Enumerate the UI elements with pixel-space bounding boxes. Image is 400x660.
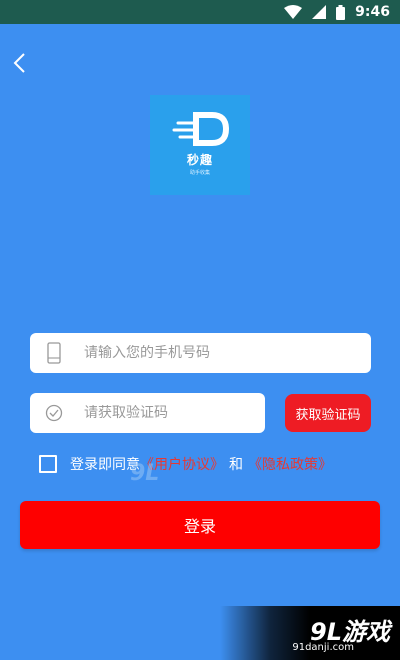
battery-icon — [336, 4, 346, 20]
chevron-left-icon — [13, 53, 25, 73]
signal-icon — [312, 5, 327, 19]
app-logo: 秒趣 助手收集 — [150, 95, 250, 195]
back-button[interactable] — [8, 50, 30, 76]
phone-icon — [30, 342, 78, 364]
logo-sub-text: 助手收集 — [189, 170, 210, 176]
phone-input[interactable] — [78, 345, 334, 361]
verification-code-field[interactable] — [30, 393, 265, 433]
logo-chinese-text: 秒趣 — [186, 153, 213, 167]
watermark-center: 9L — [128, 456, 228, 496]
status-bar: 9:46 — [0, 0, 400, 24]
privacy-policy-link[interactable]: 《隐私政策》 — [248, 454, 332, 474]
agreement-checkbox[interactable] — [39, 455, 57, 473]
check-circle-icon — [30, 404, 78, 422]
status-icons: 9:46 — [284, 3, 390, 21]
svg-text:9L: 9L — [130, 461, 159, 486]
app-logo-icon — [172, 112, 230, 146]
phone-field[interactable] — [30, 333, 371, 373]
wifi-icon — [284, 5, 303, 19]
watermark-url: 91danji.com — [292, 642, 354, 653]
verification-code-input[interactable] — [78, 405, 254, 421]
get-code-button[interactable]: 获取验证码 — [285, 394, 371, 432]
status-time: 9:46 — [355, 4, 390, 20]
agreement-and: 和 — [229, 457, 243, 473]
login-screen: 9:46 秒趣 助手收集 请输入您的手机号码 请获取验证码 获取验证码 登录即同… — [0, 0, 400, 660]
watermark-logo-icon: 9L — [130, 461, 159, 486]
watermark-corner: 9L游戏 91danji.com — [220, 606, 400, 660]
login-button[interactable]: 登录 — [20, 501, 380, 549]
